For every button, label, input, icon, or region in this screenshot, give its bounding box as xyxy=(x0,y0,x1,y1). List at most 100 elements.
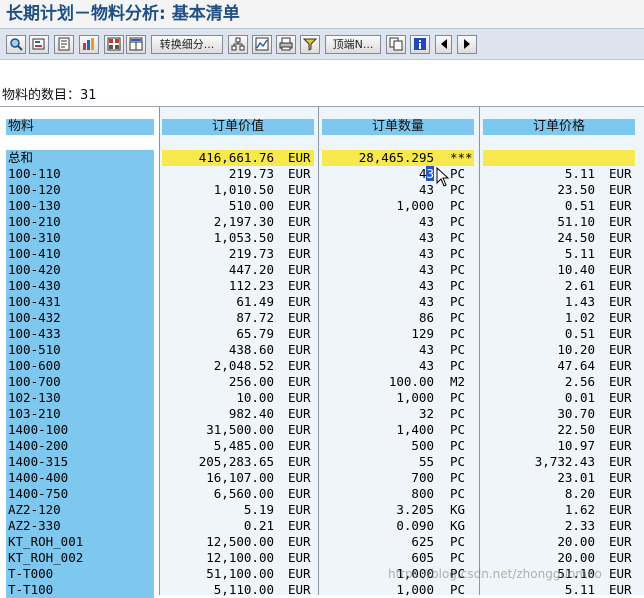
table-row[interactable]: 100-420 447.20 EUR 43 PC 10.40 EUR xyxy=(0,262,644,278)
order-value-unit-cell: EUR xyxy=(288,150,311,165)
material-cell: 总和 xyxy=(6,150,154,166)
order-price-unit-cell: EUR xyxy=(609,198,632,213)
order-value-cell: 982.40 xyxy=(228,406,274,421)
order-quantity-cell: 1,400 xyxy=(396,422,434,437)
table-row[interactable]: 100-700 256.00 EUR 100.00 M2 2.56 EUR xyxy=(0,374,644,390)
table-row[interactable]: 100-433 65.79 EUR 129 PC 0.51 EUR xyxy=(0,326,644,342)
order-value-cell: 447.20 xyxy=(228,262,274,277)
table-row[interactable]: 1400-315 205,283.65 EUR 55 PC 3,732.43 EUR xyxy=(0,454,644,470)
material-count-label: 物料的数目： xyxy=(2,88,81,103)
table-row[interactable]: KT_ROH_001 12,500.00 EUR 625 PC 20.00 EUR xyxy=(0,534,644,550)
subtotal-button[interactable] xyxy=(104,35,124,54)
order-value-cell: 12,100.00 xyxy=(206,550,274,565)
material-cell: 100-410 xyxy=(6,246,154,262)
table-row[interactable]: 100-600 2,048.52 EUR 43 PC 47.64 EUR xyxy=(0,358,644,374)
graphic-button[interactable] xyxy=(252,35,272,54)
table-row[interactable]: AZ2-120 5.19 EUR 3.205 KG 1.62 EUR xyxy=(0,502,644,518)
layout-icon xyxy=(127,37,145,51)
magnifier-button[interactable] xyxy=(6,35,26,54)
order-price-cell: 20.00 xyxy=(557,534,595,549)
order-quantity-unit-cell: PC xyxy=(450,486,466,501)
arrow-left-button[interactable] xyxy=(435,35,452,54)
order-value-unit-cell: EUR xyxy=(288,358,311,373)
material-cell: 100-310 xyxy=(6,230,154,246)
arrow-right-button[interactable] xyxy=(457,35,477,54)
table-row[interactable]: 100-210 2,197.30 EUR 43 PC 51.10 EUR xyxy=(0,214,644,230)
table-row[interactable]: 100-432 87.72 EUR 86 PC 1.02 EUR xyxy=(0,310,644,326)
copy-button[interactable] xyxy=(386,35,406,54)
toolbar-button-6[interactable]: 转换细分... xyxy=(151,35,223,54)
column-header-order-value[interactable]: 订单价值 xyxy=(162,119,314,135)
order-price-unit-cell: EUR xyxy=(609,438,632,453)
table-row[interactable]: AZ2-330 0.21 EUR 0.090 KG 2.33 EUR xyxy=(0,518,644,534)
table-row[interactable]: 100-130 510.00 EUR 1,000 PC 0.51 EUR xyxy=(0,198,644,214)
table-row[interactable]: 102-130 10.00 EUR 1,000 PC 0.01 EUR xyxy=(0,390,644,406)
order-value-unit-cell: EUR xyxy=(288,262,311,277)
info-button[interactable] xyxy=(410,35,430,54)
sort-icon xyxy=(80,37,98,51)
order-value-unit-cell: EUR xyxy=(288,454,311,469)
order-value-cell: 1,053.50 xyxy=(213,230,274,245)
order-quantity-unit-cell: PC xyxy=(450,214,466,229)
total-row[interactable]: 总和 416,661.76 EUR 28,465.295 *** xyxy=(0,150,644,166)
order-price-cell: 47.64 xyxy=(557,358,595,373)
order-price-unit-cell: EUR xyxy=(609,470,632,485)
order-quantity-unit-cell: PC xyxy=(450,438,466,453)
order-price-cell: 10.20 xyxy=(557,342,595,357)
table-row[interactable]: 103-210 982.40 EUR 32 PC 30.70 EUR xyxy=(0,406,644,422)
table-row[interactable]: 1400-400 16,107.00 EUR 700 PC 23.01 EUR xyxy=(0,470,644,486)
filter-funnel-button[interactable] xyxy=(300,35,320,54)
material-cell: KT_ROH_001 xyxy=(6,534,154,550)
table-row[interactable]: T-T100 5,110.00 EUR 1,000 PC 5.11 EUR xyxy=(0,582,644,598)
column-header-material[interactable]: 物料 xyxy=(6,119,154,135)
order-quantity-cell: 43 xyxy=(418,214,434,229)
sort-button[interactable] xyxy=(79,35,99,54)
order-price-cell: 5.11 xyxy=(564,582,595,597)
table-row[interactable]: 1400-200 5,485.00 EUR 500 PC 10.97 EUR xyxy=(0,438,644,454)
toolbar-button-11[interactable]: 顶端N... xyxy=(325,35,381,54)
order-quantity-unit-cell: *** xyxy=(450,150,473,165)
table-row[interactable]: 100-431 61.49 EUR 43 PC 1.43 EUR xyxy=(0,294,644,310)
order-quantity-unit-cell: PC xyxy=(450,534,466,549)
order-quantity-unit-cell: M2 xyxy=(450,374,466,389)
order-price-cell: 8.20 xyxy=(564,486,595,501)
order-price-unit-cell: EUR xyxy=(609,534,632,549)
order-value-cell: 16,107.00 xyxy=(206,470,274,485)
order-value-cell: 5,485.00 xyxy=(213,438,274,453)
table-row[interactable]: 100-410 219.73 EUR 43 PC 5.11 EUR xyxy=(0,246,644,262)
material-cell: 103-210 xyxy=(6,406,154,422)
table-row[interactable]: KT_ROH_002 12,100.00 EUR 605 PC 20.00 EUR xyxy=(0,550,644,566)
table-row[interactable]: 100-510 438.60 EUR 43 PC 10.20 EUR xyxy=(0,342,644,358)
table-row[interactable]: 1400-100 31,500.00 EUR 1,400 PC 22.50 EUR xyxy=(0,422,644,438)
column-header-order-price[interactable]: 订单价格 xyxy=(483,119,635,135)
order-value-unit-cell: EUR xyxy=(288,470,311,485)
order-value-unit-cell: EUR xyxy=(288,182,311,197)
order-quantity-cell: 129 xyxy=(411,326,434,341)
order-quantity-cell: 605 xyxy=(411,550,434,565)
table-row[interactable]: 100-120 1,010.50 EUR 43 PC 23.50 EUR xyxy=(0,182,644,198)
material-count-value: 31 xyxy=(80,88,97,103)
arrow-right-icon xyxy=(458,37,476,51)
toolbar-button-label: 顶端N... xyxy=(332,38,374,51)
hierarchy-button[interactable] xyxy=(228,35,248,54)
watermark: https://blog.csdn.net/zhongguomao xyxy=(388,567,602,581)
print-button[interactable] xyxy=(276,35,296,54)
table-row[interactable]: 100-310 1,053.50 EUR 43 PC 24.50 EUR xyxy=(0,230,644,246)
table-row[interactable]: 100-430 112.23 EUR 43 PC 2.61 EUR xyxy=(0,278,644,294)
layout-button[interactable] xyxy=(126,35,146,54)
table-row[interactable]: 1400-750 6,560.00 EUR 800 PC 8.20 EUR xyxy=(0,486,644,502)
order-price-unit-cell: EUR xyxy=(609,358,632,373)
order-quantity-cell: 100.00 xyxy=(388,374,434,389)
column-header-order-quantity[interactable]: 订单数量 xyxy=(322,119,474,135)
text-cursor-selection: 3 xyxy=(426,166,434,181)
table-row[interactable]: 100-110 219.73 EUR 43 PC 5.11 EUR xyxy=(0,166,644,182)
order-value-cell: 1,010.50 xyxy=(213,182,274,197)
filter-button[interactable] xyxy=(54,35,74,54)
details-button[interactable] xyxy=(29,35,49,54)
order-value-cell: 2,197.30 xyxy=(213,214,274,229)
order-quantity-cell: 1,000 xyxy=(396,390,434,405)
order-quantity-unit-cell: PC xyxy=(450,278,466,293)
magnifier-icon xyxy=(7,37,25,51)
material-cell: 100-210 xyxy=(6,214,154,230)
order-value-cell: 65.79 xyxy=(236,326,274,341)
